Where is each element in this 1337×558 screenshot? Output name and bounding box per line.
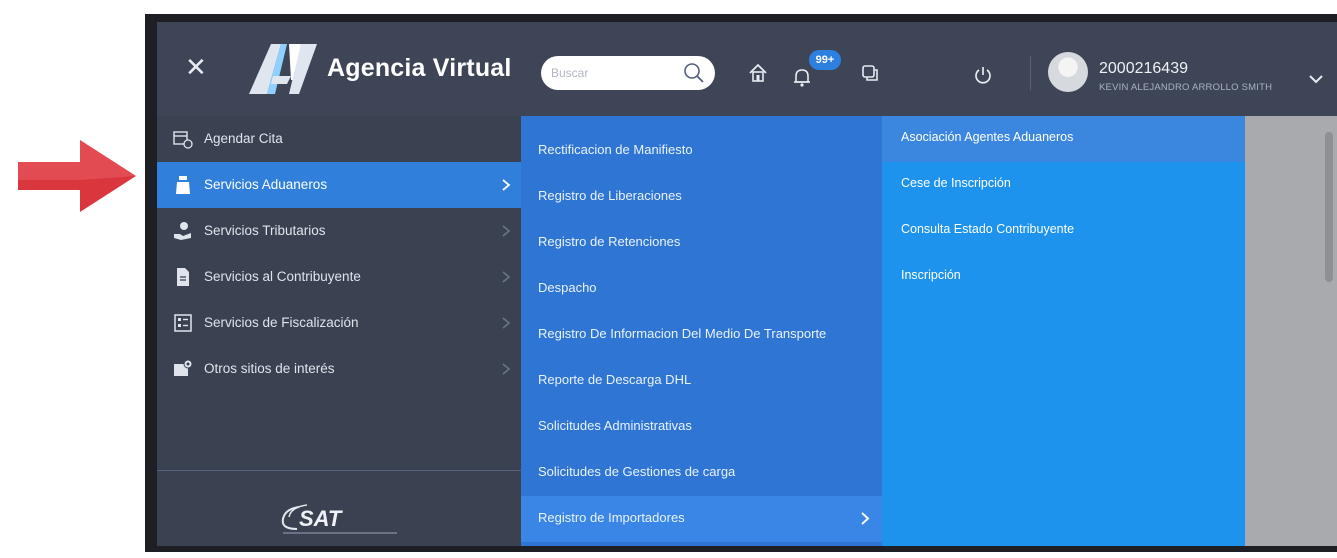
submenu-item[interactable]: Reporte de Descarga DHL <box>521 358 882 404</box>
sidebar-item-servicios-aduaneros[interactable]: Servicios Aduaneros <box>157 162 521 208</box>
sidebar-item-label: Servicios Aduaneros <box>204 177 328 192</box>
sidebar-item-otros-sitios[interactable]: Otros sitios de interés <box>157 346 521 392</box>
sidebar-item-label: Otros sitios de interés <box>204 361 335 376</box>
submenu-item-registro-importadores[interactable]: Registro de Importadores <box>521 496 882 542</box>
submenu-item[interactable]: Rectificacion de Manifiesto <box>521 128 882 174</box>
chevron-right-icon <box>502 317 511 329</box>
submenu-item[interactable]: Despacho <box>521 266 882 312</box>
power-icon[interactable] <box>972 64 994 86</box>
chat-icon[interactable] <box>859 62 881 84</box>
submenu-item[interactable]: Solicitudes de Gestiones de carga <box>521 450 882 496</box>
svg-text:SAT: SAT <box>299 506 343 531</box>
sidebar-item-servicios-contribuyente[interactable]: Servicios al Contribuyente <box>157 254 521 300</box>
submenu-item-label: Registro de Retenciones <box>538 234 681 249</box>
search-input[interactable] <box>551 63 671 83</box>
chevron-down-icon[interactable] <box>1307 72 1325 86</box>
search-box[interactable] <box>541 56 715 90</box>
document-icon <box>177 268 189 286</box>
audit-list-icon <box>174 314 192 332</box>
header-divider <box>1030 56 1031 90</box>
red-pointer-arrow <box>18 140 136 212</box>
submenu-item-label: Despacho <box>538 280 597 295</box>
chevron-right-icon <box>861 512 870 525</box>
submenu-registro-importadores: Asociación Agentes Aduaneros Cese de Ins… <box>882 116 1245 546</box>
agencia-virtual-logo-icon <box>249 44 317 94</box>
top-header: ✕ Agencia Virtual 99+ <box>157 22 1337 116</box>
user-id: 2000216439 <box>1099 60 1188 77</box>
search-icon[interactable] <box>683 62 705 84</box>
submenu-servicios-aduaneros: Rectificacion de Manifiesto Registro de … <box>521 116 882 546</box>
submenu-item[interactable]: Solicitudes Administrativas <box>521 404 882 450</box>
sidebar-item-label: Servicios de Fiscalización <box>204 315 359 330</box>
user-name: KEVIN ALEJANDRO ARROLLO SMITH <box>1099 82 1273 93</box>
app-title: Agencia Virtual <box>327 54 512 82</box>
calendar-clock-icon <box>173 131 193 149</box>
submenu-item-label: Registro De Informacion Del Medio De Tra… <box>538 326 827 341</box>
user-avatar[interactable] <box>1048 52 1088 92</box>
close-menu-button[interactable]: ✕ <box>185 52 207 82</box>
sidebar-divider <box>157 470 521 471</box>
notification-count-badge: 99+ <box>809 50 841 70</box>
home-icon[interactable] <box>747 62 769 84</box>
subsubmenu-item-label: Asociación Agentes Aduaneros <box>901 130 1074 144</box>
submenu-item-label: Registro de Importadores <box>538 510 685 525</box>
bell-icon[interactable] <box>791 66 813 88</box>
chevron-right-icon <box>502 271 511 283</box>
submenu-item-label: Rectificacion de Manifiesto <box>538 142 693 157</box>
submenu-item-label: Solicitudes Administrativas <box>538 418 692 433</box>
chevron-right-icon <box>502 363 511 375</box>
sidebar-item-agendar-cita[interactable]: Agendar Cita <box>157 116 521 162</box>
submenu-item[interactable]: Registro de Retenciones <box>521 220 882 266</box>
sidebar-item-label: Agendar Cita <box>204 131 283 146</box>
scrollbar[interactable] <box>1325 132 1333 282</box>
chevron-right-icon <box>502 179 511 191</box>
submenu-item-label: Solicitudes de Gestiones de carga <box>538 464 736 479</box>
sidebar-item-servicios-fiscalizacion[interactable]: Servicios de Fiscalización <box>157 300 521 346</box>
sidebar-item-label: Servicios Tributarios <box>204 223 326 238</box>
sidebar-item-label: Servicios al Contribuyente <box>204 269 361 284</box>
tax-hand-icon <box>174 222 191 240</box>
submenu-item-label: Registro de Liberaciones <box>538 188 682 203</box>
sidebar: Agendar Cita Servicios Aduaneros Servici… <box>157 116 521 546</box>
subsubmenu-item-label: Inscripción <box>901 268 961 282</box>
submenu-item-label: Reporte de Descarga DHL <box>538 372 692 387</box>
sidebar-item-servicios-tributarios[interactable]: Servicios Tributarios <box>157 208 521 254</box>
subsubmenu-item-consulta[interactable]: Consulta Estado Contribuyente <box>882 208 1245 254</box>
chevron-right-icon <box>502 225 511 237</box>
page-overlay <box>1245 116 1337 546</box>
subsubmenu-item-inscripcion[interactable]: Inscripción <box>882 254 1245 300</box>
customs-icon <box>176 176 190 194</box>
subsubmenu-item-cese[interactable]: Cese de Inscripción <box>882 162 1245 208</box>
subsubmenu-item-label: Cese de Inscripción <box>901 176 1011 190</box>
submenu-item[interactable]: Registro de Liberaciones <box>521 174 882 220</box>
subsubmenu-item-asociacion[interactable]: Asociación Agentes Aduaneros <box>882 116 1245 162</box>
location-screen-icon <box>174 359 193 376</box>
sat-logo: SAT <box>281 504 397 534</box>
submenu-item[interactable]: Registro De Informacion Del Medio De Tra… <box>521 312 882 358</box>
app-window: ✕ Agencia Virtual 99+ <box>157 22 1337 546</box>
subsubmenu-item-label: Consulta Estado Contribuyente <box>901 222 1075 236</box>
